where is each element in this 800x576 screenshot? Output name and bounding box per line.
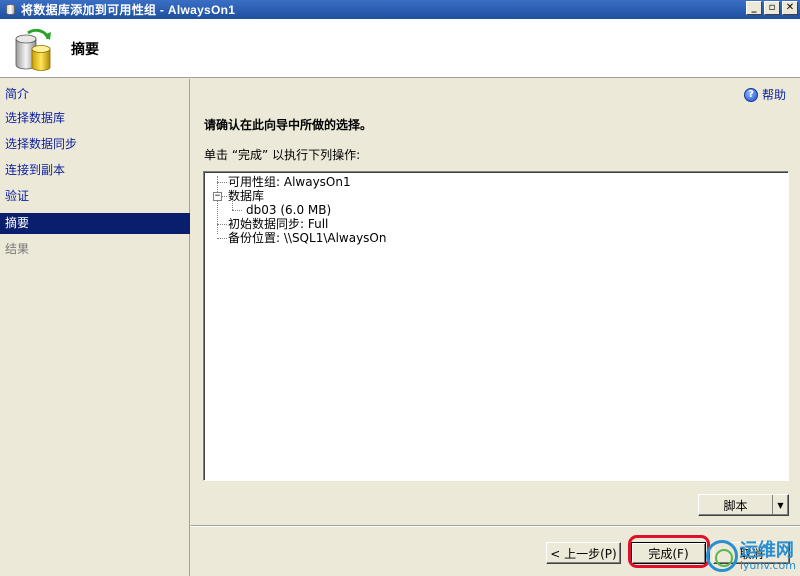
database-sync-icon — [15, 28, 51, 71]
nav-item-select-data-sync[interactable]: 选择数据同步 — [0, 134, 190, 155]
tree-connector — [232, 210, 242, 211]
watermark: 运维网 iyunv.com — [705, 539, 796, 572]
page-title: 摘要 — [71, 42, 99, 58]
instruction-text: 单击 “完成” 以执行下列操作: — [204, 148, 361, 162]
wizard-nav: 简介 选择数据库 选择数据同步 连接到副本 验证 摘要 结果 — [0, 79, 190, 576]
chevron-down-icon[interactable]: ▼ — [772, 495, 788, 515]
script-button-label: 脚本 — [723, 498, 748, 513]
summary-tree[interactable]: − 可用性组: AlwaysOn1 数据库 db03 (6.0 MB) 初始数据… — [203, 171, 789, 481]
watermark-text: 运维网 iyunv.com — [739, 539, 796, 572]
tree-connector — [222, 196, 227, 197]
tree-node-label: 初始数据同步: Full — [228, 217, 329, 231]
watermark-cn: 运维网 — [739, 539, 794, 561]
help-icon: ? — [743, 87, 758, 102]
nav-item-results: 结果 — [5, 242, 30, 256]
confirm-heading: 请确认在此向导中所做的选择。 — [204, 118, 373, 132]
tree-connector — [217, 176, 218, 234]
tree-node-initial-sync[interactable]: 初始数据同步: Full — [228, 217, 328, 232]
tree-node-database-item[interactable]: db03 (6.0 MB) — [246, 203, 331, 218]
script-button[interactable]: 脚本 ▼ — [698, 494, 789, 516]
tree-node-availability-group[interactable]: 可用性组: AlwaysOn1 — [228, 175, 351, 190]
tree-connector — [217, 224, 227, 225]
tree-node-backup-location[interactable]: 备份位置: \\SQL1\AlwaysOn — [228, 231, 387, 246]
watermark-en: iyunv.com — [739, 558, 796, 572]
tree-node-label: 可用性组: AlwaysOn1 — [228, 175, 351, 189]
window-controls: _ ▫ ✕ — [746, 1, 798, 15]
restore-button[interactable]: ▫ — [764, 1, 780, 15]
minimize-button[interactable]: _ — [746, 1, 762, 15]
tree-node-label: db03 (6.0 MB) — [246, 203, 332, 217]
nav-item-summary[interactable]: 摘要 — [0, 213, 190, 234]
previous-button[interactable]: < 上一步(P) — [546, 542, 621, 564]
nav-item-select-database[interactable]: 选择数据库 — [0, 108, 190, 129]
button-divider — [191, 525, 800, 527]
database-icon — [4, 3, 17, 16]
wizard-content: ? 帮助 请确认在此向导中所做的选择。 单击 “完成” 以执行下列操作: − 可… — [191, 79, 800, 576]
finish-highlight-annotation — [628, 535, 710, 568]
window-title: 将数据库添加到可用性组 - AlwaysOn1 — [21, 3, 236, 17]
nav-item-validation[interactable]: 验证 — [0, 186, 190, 207]
tree-connector — [217, 238, 227, 239]
tree-node-databases[interactable]: 数据库 — [228, 189, 264, 204]
tree-connector — [217, 182, 227, 183]
tree-node-label: 数据库 — [228, 189, 265, 203]
close-button[interactable]: ✕ — [782, 1, 798, 15]
wizard-header: 摘要 — [0, 19, 800, 78]
collapse-toggle[interactable]: − — [213, 192, 222, 201]
nav-item-intro[interactable]: 简介 — [0, 84, 190, 105]
help-label: 帮助 — [761, 88, 786, 102]
watermark-logo-icon — [705, 540, 738, 572]
title-bar[interactable]: 将数据库添加到可用性组 - AlwaysOn1 _ ▫ ✕ — [0, 0, 800, 19]
nav-item-connect-replicas[interactable]: 连接到副本 — [0, 160, 190, 181]
tree-node-label: 备份位置: \\SQL1\AlwaysOn — [228, 231, 387, 245]
help-link[interactable]: ? 帮助 — [743, 86, 786, 103]
